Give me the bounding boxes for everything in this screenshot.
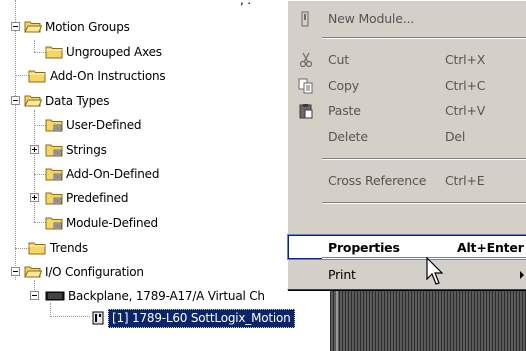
tree-partial-label: , . bbox=[240, 0, 251, 7]
open-folder-icon bbox=[24, 266, 42, 278]
tree-item-label: Predefined bbox=[66, 191, 129, 205]
menu-item-label: Cross Reference bbox=[328, 173, 427, 188]
menu-item-shortcut: Del bbox=[445, 129, 466, 144]
menu-item-label: Copy bbox=[328, 78, 359, 93]
expand-icon[interactable] bbox=[30, 145, 39, 154]
tree-item-backplane[interactable]: Backplane, 1789-A17/A Virtual Ch bbox=[0, 286, 300, 306]
data-type-folder-icon bbox=[45, 168, 63, 181]
menu-item-label: Paste bbox=[328, 103, 361, 118]
tree-item-data-types[interactable]: Data Types bbox=[0, 91, 290, 111]
menu-item-shortcut: Ctrl+V bbox=[445, 103, 486, 118]
collapse-icon[interactable] bbox=[11, 267, 20, 276]
tree-item-label: Data Types bbox=[45, 94, 110, 108]
tree-item-trends[interactable]: Trends bbox=[0, 238, 290, 258]
folder-icon bbox=[28, 70, 46, 83]
menu-item-properties[interactable]: Properties Alt+Enter bbox=[287, 234, 526, 260]
menu-item-shortcut: Ctrl+X bbox=[445, 52, 486, 67]
tree-item-label: Motion Groups bbox=[45, 20, 130, 34]
tree-item-label: Add-On Instructions bbox=[50, 69, 166, 83]
menu-item-paste[interactable]: Paste Ctrl+V bbox=[288, 99, 526, 123]
controller-organizer-tree: , . Motion Groups Ungrouped Axes Add-On … bbox=[0, 0, 300, 351]
copy-icon bbox=[298, 78, 313, 94]
data-type-folder-icon bbox=[45, 144, 63, 157]
menu-separator bbox=[322, 37, 526, 39]
folder-icon bbox=[45, 46, 63, 59]
tree-item-label: Module-Defined bbox=[66, 216, 158, 230]
menu-item-label: Print bbox=[328, 267, 356, 282]
tree-item-module-defined[interactable]: Module-Defined bbox=[0, 213, 290, 233]
tree-item-label: Trends bbox=[50, 241, 88, 255]
tree-item-label: Ungrouped Axes bbox=[66, 45, 162, 59]
mouse-cursor-icon bbox=[426, 257, 444, 285]
paste-icon bbox=[299, 104, 313, 119]
menu-item-label: Delete bbox=[328, 129, 368, 144]
submenu-arrow-icon bbox=[520, 271, 524, 279]
tree-item-controller-module[interactable]: [1] 1789-L60 SottLogix_Motion bbox=[0, 308, 300, 328]
menu-item-cross-reference[interactable]: Cross Reference Ctrl+E bbox=[288, 169, 526, 193]
menu-separator bbox=[322, 202, 526, 204]
backplane-icon bbox=[45, 291, 65, 301]
tree-item-label: Strings bbox=[66, 143, 107, 157]
tree-item-io-configuration[interactable]: I/O Configuration bbox=[0, 262, 290, 282]
menu-item-copy[interactable]: Copy Ctrl+C bbox=[288, 74, 526, 98]
collapse-icon[interactable] bbox=[30, 291, 39, 300]
data-type-folder-icon bbox=[45, 192, 63, 205]
menu-item-shortcut: Ctrl+E bbox=[445, 173, 485, 188]
open-folder-icon bbox=[24, 95, 42, 107]
menu-item-label: Cut bbox=[328, 52, 349, 67]
menu-item-print[interactable]: Print bbox=[288, 263, 526, 287]
data-type-folder-icon bbox=[45, 217, 63, 230]
collapse-icon[interactable] bbox=[11, 96, 20, 105]
open-folder-icon bbox=[24, 21, 42, 33]
menu-item-cut[interactable]: Cut Ctrl+X bbox=[288, 48, 526, 72]
tree-item-label: User-Defined bbox=[66, 118, 142, 132]
expand-icon[interactable] bbox=[30, 193, 39, 202]
menu-item-new-module[interactable]: New Module... bbox=[288, 7, 526, 31]
data-type-folder-icon bbox=[45, 119, 63, 132]
tree-item-ungrouped-axes[interactable]: Ungrouped Axes bbox=[0, 42, 290, 62]
tree-item-user-defined[interactable]: User-Defined bbox=[0, 115, 290, 135]
menu-item-shortcut: Ctrl+C bbox=[445, 78, 486, 93]
menu-item-delete[interactable]: Delete Del bbox=[288, 125, 526, 149]
collapse-icon[interactable] bbox=[11, 22, 20, 31]
tree-item-label-selected: [1] 1789-L60 SottLogix_Motion bbox=[108, 309, 295, 328]
menu-separator bbox=[322, 257, 526, 259]
controller-module-icon bbox=[92, 311, 104, 325]
folder-icon bbox=[28, 242, 46, 255]
tree-item-predefined[interactable]: Predefined bbox=[0, 188, 290, 208]
tree-item-add-on-defined[interactable]: Add-On-Defined bbox=[0, 164, 290, 184]
tree-item-label: Add-On-Defined bbox=[66, 167, 160, 181]
tree-item-strings[interactable]: Strings bbox=[0, 140, 290, 160]
context-menu: New Module... Cut Ctrl+X Copy Ctrl+C Pas… bbox=[287, 0, 526, 290]
new-module-icon bbox=[301, 11, 309, 27]
scissors-icon bbox=[299, 52, 313, 68]
workspace-dark-area bbox=[330, 285, 526, 351]
tree-item-label: I/O Configuration bbox=[45, 265, 144, 279]
tree-item-motion-groups[interactable]: Motion Groups bbox=[0, 17, 290, 37]
tree-item-add-on-instructions[interactable]: Add-On Instructions bbox=[0, 66, 290, 86]
tree-item-label: Backplane, 1789-A17/A Virtual Ch bbox=[68, 289, 265, 303]
menu-separator bbox=[322, 158, 526, 160]
menu-item-label: New Module... bbox=[328, 11, 415, 26]
